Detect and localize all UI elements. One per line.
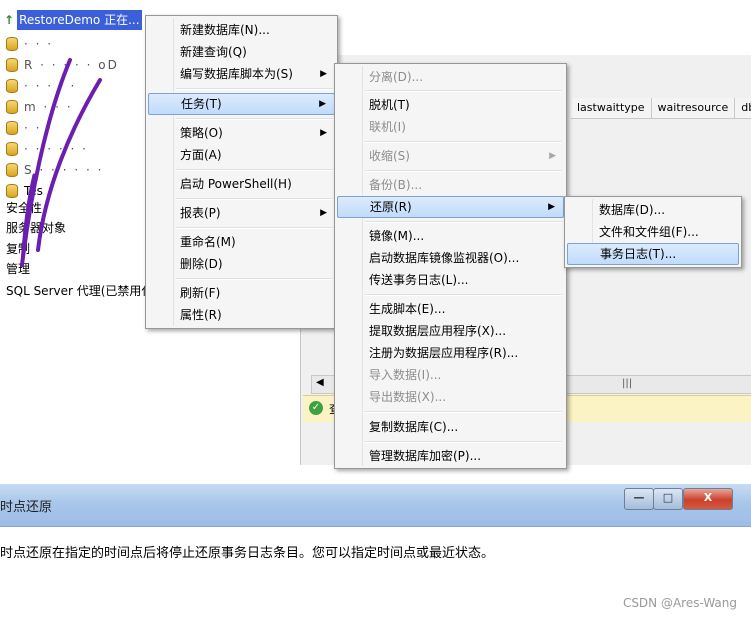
menu-item-restore[interactable]: 还原(R) ▶: [337, 196, 564, 218]
purple-scribble-annotation: [20, 58, 102, 267]
menu-item-reports[interactable]: 报表(P) ▶: [148, 202, 335, 224]
scroll-left-icon[interactable]: ◀: [316, 377, 324, 388]
minimize-button[interactable]: —: [624, 488, 654, 510]
menu-separator: [176, 88, 333, 90]
menu-item-manage-database-encryption[interactable]: 管理数据库加密(P)...: [337, 445, 564, 467]
menu-item-rename[interactable]: 重命名(M): [148, 231, 335, 253]
menu-separator: [176, 278, 333, 280]
column-header-waitresource[interactable]: waitresource: [652, 98, 736, 118]
menu-separator: [365, 441, 562, 443]
menu-separator: [365, 170, 562, 172]
menu-item-mirror[interactable]: 镜像(M)...: [337, 225, 564, 247]
database-context-menu: 新建数据库(N)... 新建查询(Q) 编写数据库脚本为(S) ▶ 任务(T) ▶ …: [145, 15, 338, 329]
menu-item-properties[interactable]: 属性(R): [148, 304, 335, 326]
menu-item-register-data-tier-app[interactable]: 注册为数据层应用程序(R)...: [337, 342, 564, 364]
menu-item-restore-transaction-log[interactable]: 事务日志(T)...: [567, 243, 739, 265]
object-explorer-tree: ↑ RestoreDemo 正在... · · · R · · · · · oD…: [0, 0, 153, 465]
menu-separator: [365, 90, 562, 92]
menu-item-tasks[interactable]: 任务(T) ▶: [148, 93, 335, 115]
menu-separator: [365, 294, 562, 296]
submenu-arrow-icon: ▶: [319, 99, 326, 109]
menu-item-shrink[interactable]: 收缩(S) ▶: [337, 145, 564, 167]
menu-item-script-database-as[interactable]: 编写数据库脚本为(S) ▶: [148, 63, 335, 85]
submenu-arrow-icon: ▶: [320, 208, 327, 218]
menu-item-restore-files-filegroups[interactable]: 文件和文件组(F)...: [567, 221, 739, 243]
menu-separator: [176, 118, 333, 120]
tasks-submenu: 分离(D)... 脱机(T) 联机(I) 收缩(S) ▶ 备份(B)... 还原(…: [334, 63, 567, 469]
restore-submenu: 数据库(D)... 文件和文件组(F)... 事务日志(T)...: [564, 196, 742, 268]
scroll-thumb-grip-icon[interactable]: |||: [622, 378, 632, 389]
menu-separator: [176, 169, 333, 171]
menu-item-delete[interactable]: 删除(D): [148, 253, 335, 275]
menu-item-generate-scripts[interactable]: 生成脚本(E)...: [337, 298, 564, 320]
menu-item-take-offline[interactable]: 脱机(T): [337, 94, 564, 116]
close-button[interactable]: X: [683, 488, 733, 510]
menu-item-restore-database[interactable]: 数据库(D)...: [567, 199, 739, 221]
menu-separator: [176, 227, 333, 229]
csdn-watermark: CSDN @Ares-Wang: [622, 596, 737, 610]
menu-item-bring-online[interactable]: 联机(I): [337, 116, 564, 138]
grid-header: lastwaittype waitresource dbid: [571, 98, 751, 119]
menu-separator: [365, 141, 562, 143]
menu-item-facets[interactable]: 方面(A): [148, 144, 335, 166]
menu-item-new-query[interactable]: 新建查询(Q): [148, 41, 335, 63]
menu-item-backup[interactable]: 备份(B)...: [337, 174, 564, 196]
point-in-time-restore-dialog: 时点还原 — □ X 时点还原在指定的时间点后将停止还原事务日志条目。您可以指定…: [0, 484, 751, 622]
menu-item-new-database[interactable]: 新建数据库(N)...: [148, 19, 335, 41]
menu-item-import-data[interactable]: 导入数据(I)...: [337, 364, 564, 386]
menu-item-copy-database[interactable]: 复制数据库(C)...: [337, 416, 564, 438]
menu-separator: [365, 221, 562, 223]
menu-item-refresh[interactable]: 刷新(F): [148, 282, 335, 304]
submenu-arrow-icon: ▶: [320, 128, 327, 138]
dialog-title: 时点还原: [0, 500, 53, 515]
menu-item-extract-data-tier-app[interactable]: 提取数据层应用程序(X)...: [337, 320, 564, 342]
menu-separator: [365, 411, 562, 413]
menu-separator: [176, 198, 333, 200]
menu-item-start-powershell[interactable]: 启动 PowerShell(H): [148, 173, 335, 195]
menu-item-launch-mirroring-monitor[interactable]: 启动数据库镜像监视器(O)...: [337, 247, 564, 269]
menu-item-export-data[interactable]: 导出数据(X)...: [337, 386, 564, 408]
menu-item-detach[interactable]: 分离(D)...: [337, 66, 564, 88]
dialog-description: 时点还原在指定的时间点后将停止还原事务日志条目。您可以指定时间点或最近状态。: [0, 546, 495, 561]
submenu-arrow-icon: ▶: [548, 202, 555, 212]
submenu-arrow-icon: ▶: [549, 151, 556, 161]
menu-item-policies[interactable]: 策略(O) ▶: [148, 122, 335, 144]
column-header-lastwaittype[interactable]: lastwaittype: [571, 98, 652, 118]
maximize-button[interactable]: □: [653, 488, 683, 510]
success-check-icon: ✓: [309, 401, 323, 415]
dialog-titlebar[interactable]: 时点还原 — □ X: [0, 484, 751, 527]
submenu-arrow-icon: ▶: [320, 69, 327, 79]
column-header-dbid[interactable]: dbid: [735, 98, 751, 118]
menu-item-ship-transaction-logs[interactable]: 传送事务日志(L)...: [337, 269, 564, 291]
tree-item-sql-agent[interactable]: SQL Server 代理(已禁用代: [6, 281, 153, 301]
